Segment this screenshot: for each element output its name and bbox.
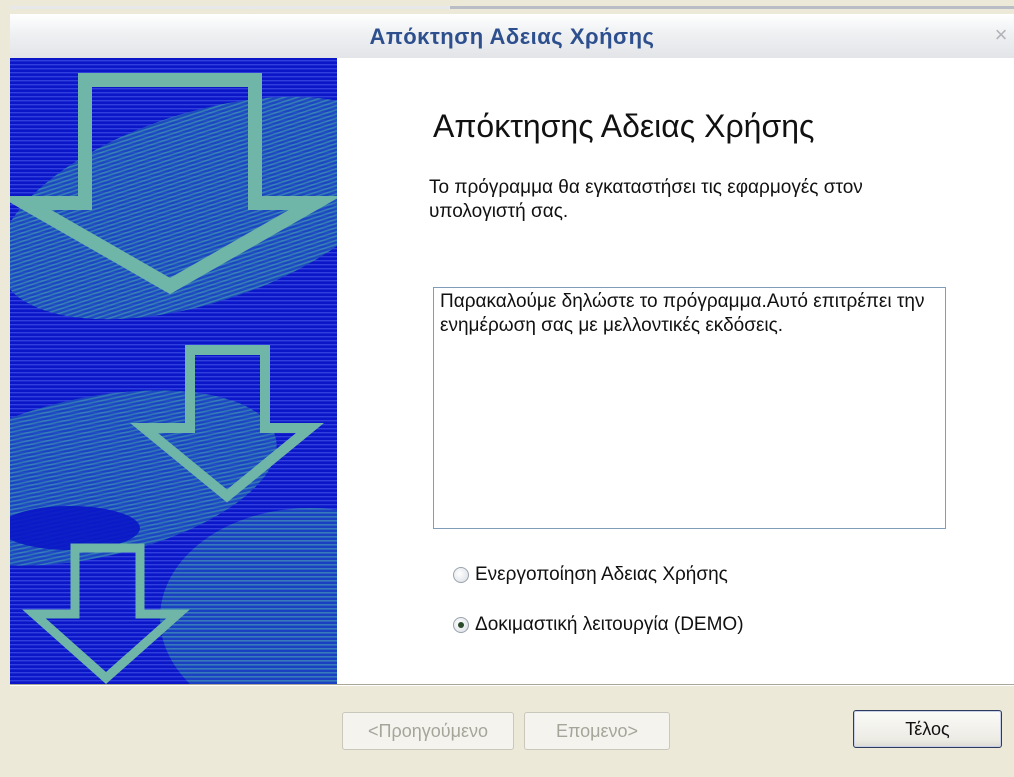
- radio-button-activate[interactable]: [453, 567, 469, 583]
- radio-label-activate: Ενεργοποίηση Αδειας Χρήσης: [475, 564, 728, 585]
- page-heading: Απόκτησης Αδειας Χρήσης: [433, 108, 815, 144]
- radio-button-demo[interactable]: [453, 617, 469, 633]
- close-icon[interactable]: ×: [990, 24, 1012, 46]
- footer-divider: [10, 684, 1014, 686]
- finish-button[interactable]: Τέλος: [853, 710, 1002, 748]
- radio-demo-mode[interactable]: Δοκιμαστική λειτουργία (DEMO): [453, 614, 744, 636]
- radio-activate-license[interactable]: Ενεργοποίηση Αδειας Χρήσης: [453, 564, 728, 586]
- page-subtitle: Το πρόγραμμα θα εγκαταστήσει τις εφαρμογ…: [429, 177, 863, 222]
- back-button[interactable]: <Προηγούμενο: [342, 712, 514, 750]
- radio-label-demo: Δοκιμαστική λειτουργία (DEMO): [475, 614, 744, 635]
- wizard-content-panel: Απόκτησης Αδειας Χρήσης Το πρόγραμμα θα …: [337, 58, 1014, 684]
- top-border-right: [450, 6, 1014, 9]
- title-bar[interactable]: Απόκτηση Αδειας Χρήσης ×: [10, 14, 1014, 60]
- window-title: Απόκτηση Αδειας Χρήσης: [369, 24, 655, 49]
- top-border-left: [10, 6, 450, 9]
- message-textbox[interactable]: Παρακαλούμε δηλώστε το πρόγραμμα.Αυτό επ…: [433, 287, 946, 529]
- wizard-banner-image: [10, 58, 337, 684]
- next-button[interactable]: Επομενο>: [524, 712, 670, 750]
- download-arrows-banner-icon: [10, 58, 337, 684]
